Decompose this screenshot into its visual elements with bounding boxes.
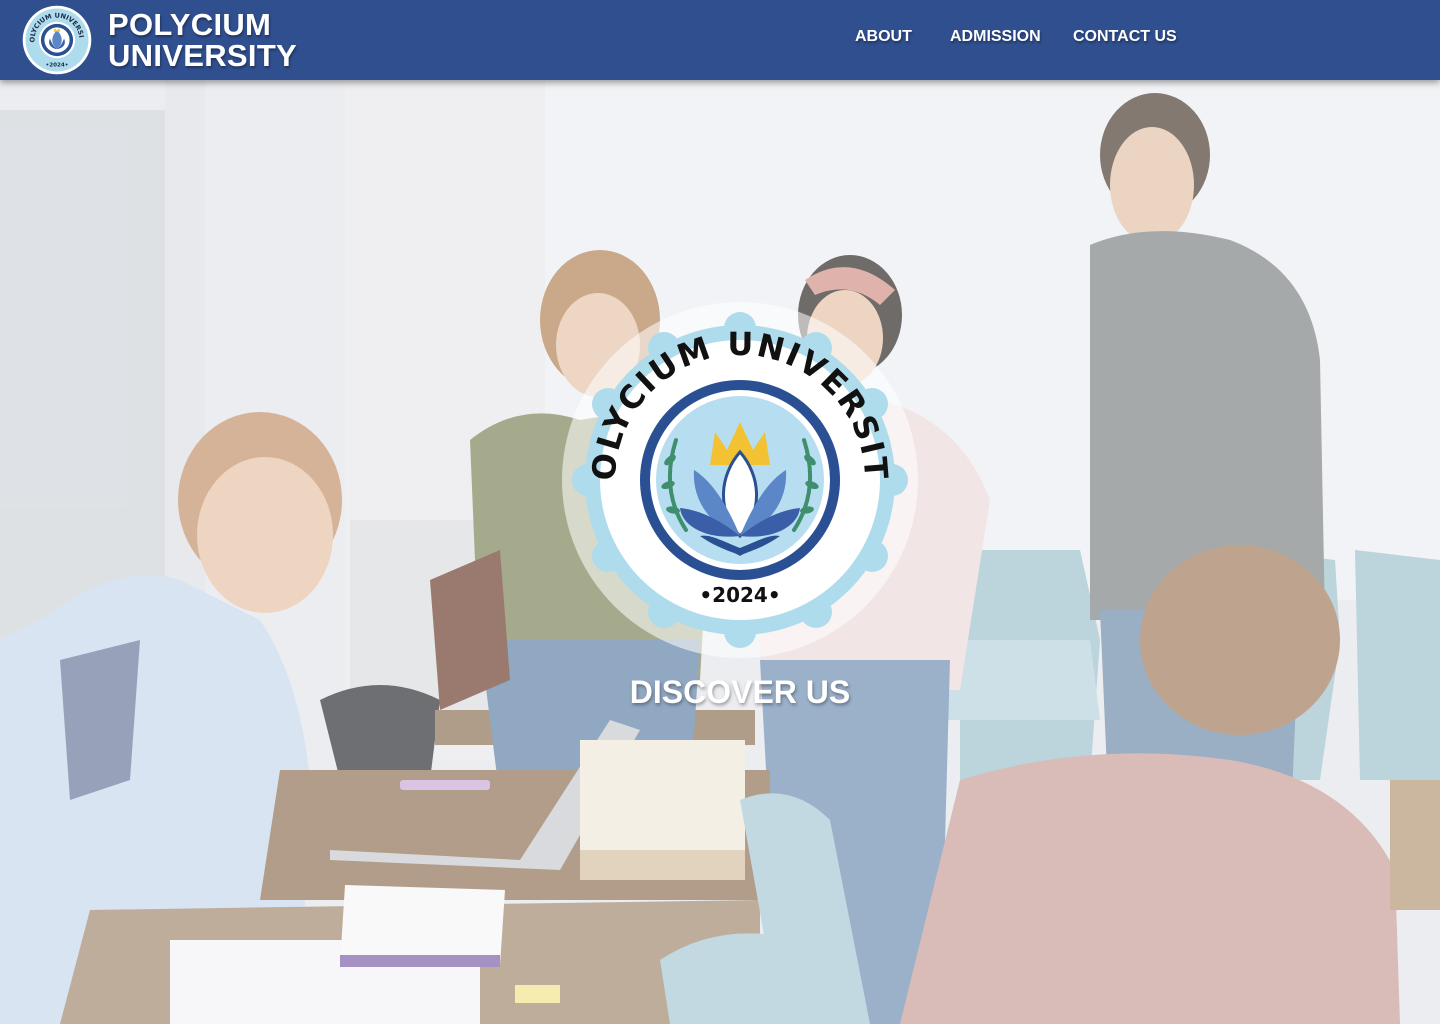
top-navbar: POLYCIUM UNIVERSITY •2024• POLYCIUM UNIV… [0, 0, 1440, 80]
nav-link-contact-us[interactable]: CONTACT US [1073, 28, 1177, 46]
hero-section: POLYCIUM UNIVERSITY •2024• DISCOVER US [0, 80, 1440, 1024]
main-nav: ABOUT ADMISSION CONTACT US [0, 28, 1440, 52]
nav-link-admission[interactable]: ADMISSION [950, 28, 1041, 46]
seal-year-small: •2024• [46, 63, 69, 69]
seal-year: •2024• [699, 583, 780, 607]
hero-seal: POLYCIUM UNIVERSITY •2024• [560, 300, 920, 660]
discover-us-link[interactable]: DISCOVER US [560, 674, 920, 711]
university-seal-large: POLYCIUM UNIVERSITY •2024• [560, 300, 918, 658]
nav-link-about[interactable]: ABOUT [855, 28, 912, 46]
